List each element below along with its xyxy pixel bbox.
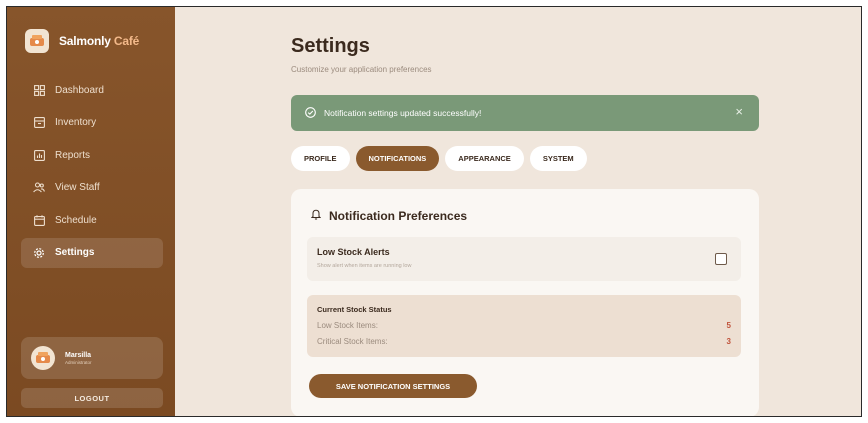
cafe-logo-icon <box>25 29 49 53</box>
brand-name: Salmonly Café <box>59 34 139 48</box>
tab-system[interactable]: SYSTEM <box>529 146 587 171</box>
sidebar-item-settings[interactable]: Settings <box>21 237 163 268</box>
bell-icon <box>310 209 322 223</box>
stock-label: Low Stock Items: <box>317 321 378 330</box>
close-icon[interactable]: × <box>735 104 743 119</box>
low-stock-alerts-title: Low Stock Alerts <box>317 247 390 257</box>
success-alert: Notification settings updated successful… <box>291 95 759 131</box>
stock-status-title: Current Stock Status <box>317 305 392 314</box>
user-info: Marsilla Administrator <box>65 352 92 365</box>
sidebar-item-label: Reports <box>55 149 91 161</box>
page-subtitle: Customize your application preferences <box>291 65 432 74</box>
alert-message: Notification settings updated successful… <box>324 108 482 118</box>
inventory-icon <box>33 117 45 129</box>
sidebar-item-reports[interactable]: Reports <box>21 140 163 170</box>
stock-label: Critical Stock Items: <box>317 337 388 346</box>
sidebar-item-label: Dashboard <box>55 84 104 96</box>
app-window: Salmonly Café Dashboard Inventory Report… <box>6 6 862 417</box>
settings-tabs: PROFILE NOTIFICATIONS APPEARANCE SYSTEM <box>291 146 587 171</box>
brand[interactable]: Salmonly Café <box>25 29 139 53</box>
stock-value: 3 <box>726 337 731 346</box>
sidebar-item-label: Settings <box>55 247 95 258</box>
sidebar-item-view-staff[interactable]: View Staff <box>21 173 163 203</box>
tab-profile[interactable]: PROFILE <box>291 146 350 171</box>
sidebar-item-label: Inventory <box>55 117 97 128</box>
dashboard-icon <box>33 84 45 96</box>
low-stock-items-row: Low Stock Items: 5 <box>317 321 731 330</box>
sidebar-item-inventory[interactable]: Inventory <box>21 108 163 138</box>
sidebar-item-schedule[interactable]: Schedule <box>21 205 163 235</box>
low-stock-alerts-checkbox[interactable] <box>715 253 727 265</box>
save-notification-settings-button[interactable]: SAVE NOTIFICATION SETTINGS <box>309 374 477 398</box>
sidebar-nav: Dashboard Inventory Reports View Staff S… <box>21 75 163 270</box>
brand-name-main: Salmonly <box>59 34 111 48</box>
sidebar-item-dashboard[interactable]: Dashboard <box>21 75 163 105</box>
user-role: Administrator <box>65 359 92 365</box>
gear-icon <box>33 247 45 259</box>
critical-stock-items-row: Critical Stock Items: 3 <box>317 337 731 346</box>
low-stock-alerts-description: Show alert when items are running low <box>317 263 412 269</box>
avatar <box>31 346 55 370</box>
card-title: Notification Preferences <box>310 209 468 223</box>
sidebar-item-label: Schedule <box>55 214 97 226</box>
logout-button[interactable]: LOGOUT <box>21 388 163 408</box>
tab-notifications[interactable]: NOTIFICATIONS <box>355 146 440 171</box>
check-circle-icon <box>305 106 316 120</box>
user-name: Marsilla <box>65 351 92 359</box>
sidebar-item-label: View Staff <box>55 182 100 193</box>
current-stock-status: Current Stock Status Low Stock Items: 5 … <box>307 295 741 357</box>
main-content: Settings Customize your application pref… <box>175 7 861 416</box>
stock-value: 5 <box>726 321 731 330</box>
card-title-text: Notification Preferences <box>329 209 468 223</box>
notification-preferences-card: Notification Preferences Low Stock Alert… <box>291 189 759 416</box>
reports-icon <box>33 149 45 161</box>
sidebar: Salmonly Café Dashboard Inventory Report… <box>7 7 175 416</box>
tab-appearance[interactable]: APPEARANCE <box>445 146 524 171</box>
calendar-icon <box>33 214 45 226</box>
staff-icon <box>33 182 45 194</box>
brand-name-accent: Café <box>113 34 140 48</box>
low-stock-alerts-row: Low Stock Alerts Show alert when items a… <box>307 237 741 281</box>
page-title: Settings <box>291 35 370 57</box>
user-profile-card[interactable]: Marsilla Administrator <box>21 337 163 379</box>
